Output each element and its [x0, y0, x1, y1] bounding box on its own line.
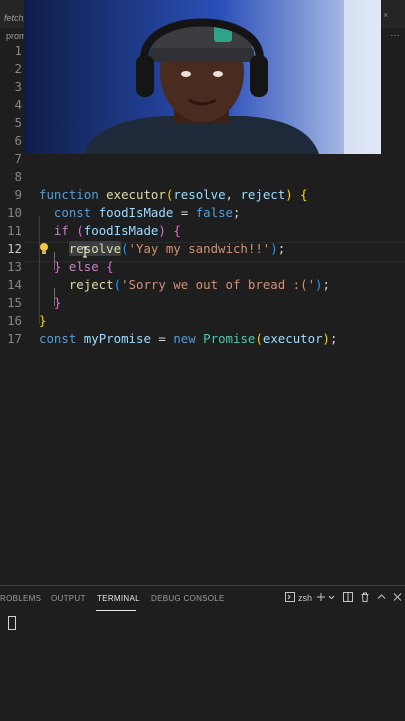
- code-token: {: [300, 187, 308, 202]
- code-text: const foodIsMade = false;: [39, 204, 241, 222]
- code-token: ): [322, 331, 331, 346]
- close-icon[interactable]: [393, 592, 402, 604]
- code-text: function executor(resolve, reject) {: [39, 186, 308, 204]
- code-token: ): [315, 277, 323, 292]
- close-icon[interactable]: ×: [383, 10, 388, 20]
- code-token: =: [150, 331, 174, 346]
- tab-problems[interactable]: ROBLEMS: [0, 594, 41, 603]
- code-token: (: [113, 277, 122, 292]
- code-token: if: [53, 223, 69, 238]
- code-token: {: [106, 259, 114, 274]
- line-number: 8: [14, 169, 22, 184]
- code-token: ): [285, 187, 293, 202]
- presenter-video-frame: [24, 0, 381, 154]
- line-number: 2: [14, 61, 22, 76]
- mouse-text-cursor: [83, 246, 87, 258]
- code-token: ;: [277, 241, 286, 256]
- code-token: (: [255, 331, 263, 346]
- code-text: reject('Sorry we out of bread :(');: [39, 276, 330, 294]
- code-line[interactable]: const myPromise = new Promise(executor);: [0, 330, 405, 348]
- code-token: reject: [240, 187, 286, 202]
- indent-guide-active: [54, 288, 55, 306]
- tab-terminal[interactable]: TERMINAL: [97, 594, 140, 603]
- line-number: 5: [14, 115, 22, 130]
- code-line[interactable]: resolve('Yay my sandwich!!');: [0, 240, 405, 258]
- code-token: ): [158, 223, 166, 238]
- code-token: new: [173, 331, 196, 346]
- code-token: ): [270, 241, 278, 256]
- code-token: }: [53, 295, 62, 310]
- code-token: false: [195, 205, 234, 220]
- code-line[interactable]: } else {: [0, 258, 405, 276]
- lightbulb-icon[interactable]: [39, 242, 49, 256]
- code-token: 'Sorry we out of bread :(': [121, 277, 316, 292]
- code-token: Promise: [203, 331, 256, 346]
- code-line[interactable]: const foodIsMade = false;: [0, 204, 405, 222]
- code-text: resolve('Yay my sandwich!!');: [39, 240, 285, 258]
- code-token: (: [76, 223, 84, 238]
- webcam-overlay: [24, 0, 381, 154]
- code-token: (: [121, 241, 129, 256]
- terminal-shell-label[interactable]: zsh: [298, 593, 312, 603]
- code-token: reject: [68, 277, 114, 292]
- code-text: } else {: [39, 258, 114, 276]
- code-token: const: [39, 331, 77, 346]
- code-token: foodIsMade: [83, 223, 159, 238]
- code-token: foodIsMade: [98, 205, 174, 220]
- code-token: const: [53, 205, 92, 220]
- code-line[interactable]: function executor(resolve, reject) {: [0, 186, 405, 204]
- tab-output[interactable]: OUTPUT: [51, 594, 86, 603]
- terminal-icon[interactable]: [285, 592, 295, 604]
- active-tab-indicator: [96, 610, 136, 611]
- code-token: {: [173, 223, 181, 238]
- trash-icon[interactable]: [360, 592, 370, 604]
- indent-guide: [39, 216, 40, 324]
- code-token: executor: [106, 187, 166, 202]
- code-text: }: [39, 312, 46, 330]
- code-token: ,: [225, 187, 241, 202]
- line-number: 4: [14, 97, 22, 112]
- line-number: 6: [14, 133, 22, 148]
- code-line[interactable]: }: [0, 312, 405, 330]
- line-number-row: 8: [0, 168, 405, 186]
- line-number: 3: [14, 79, 22, 94]
- code-token: myPromise: [83, 331, 151, 346]
- code-token: else: [68, 259, 99, 274]
- code-text: }: [39, 294, 61, 312]
- code-line[interactable]: if (foodIsMade) {: [0, 222, 405, 240]
- code-text: const myPromise = new Promise(executor);: [39, 330, 337, 348]
- chevron-down-icon[interactable]: [328, 592, 335, 604]
- terminal-cursor[interactable]: [8, 616, 16, 630]
- line-number: 7: [14, 151, 22, 166]
- code-text: if (foodIsMade) {: [39, 222, 181, 240]
- code-line[interactable]: reject('Sorry we out of bread :(');: [0, 276, 405, 294]
- code-token: executor: [262, 331, 323, 346]
- code-token: resolve: [173, 187, 226, 202]
- code-token: ;: [330, 331, 338, 346]
- code-line[interactable]: }: [0, 294, 405, 312]
- code-token: }: [39, 313, 47, 328]
- chevron-up-icon[interactable]: [377, 592, 386, 604]
- code-token: resolve: [68, 241, 122, 256]
- code-token: ;: [322, 277, 330, 292]
- code-token: function: [39, 187, 99, 202]
- tab-debug-console[interactable]: DEBUG CONSOLE: [151, 594, 225, 603]
- code-token: ;: [233, 205, 241, 220]
- indent-guide-active: [54, 252, 55, 270]
- split-icon[interactable]: [343, 592, 353, 604]
- line-number: 1: [14, 43, 22, 58]
- code-token: 'Yay my sandwich!!': [128, 241, 271, 256]
- bottom-panel: ROBLEMS OUTPUT TERMINAL DEBUG CONSOLE zs…: [0, 585, 405, 721]
- plus-icon[interactable]: [316, 592, 326, 604]
- code-token: =: [173, 205, 196, 220]
